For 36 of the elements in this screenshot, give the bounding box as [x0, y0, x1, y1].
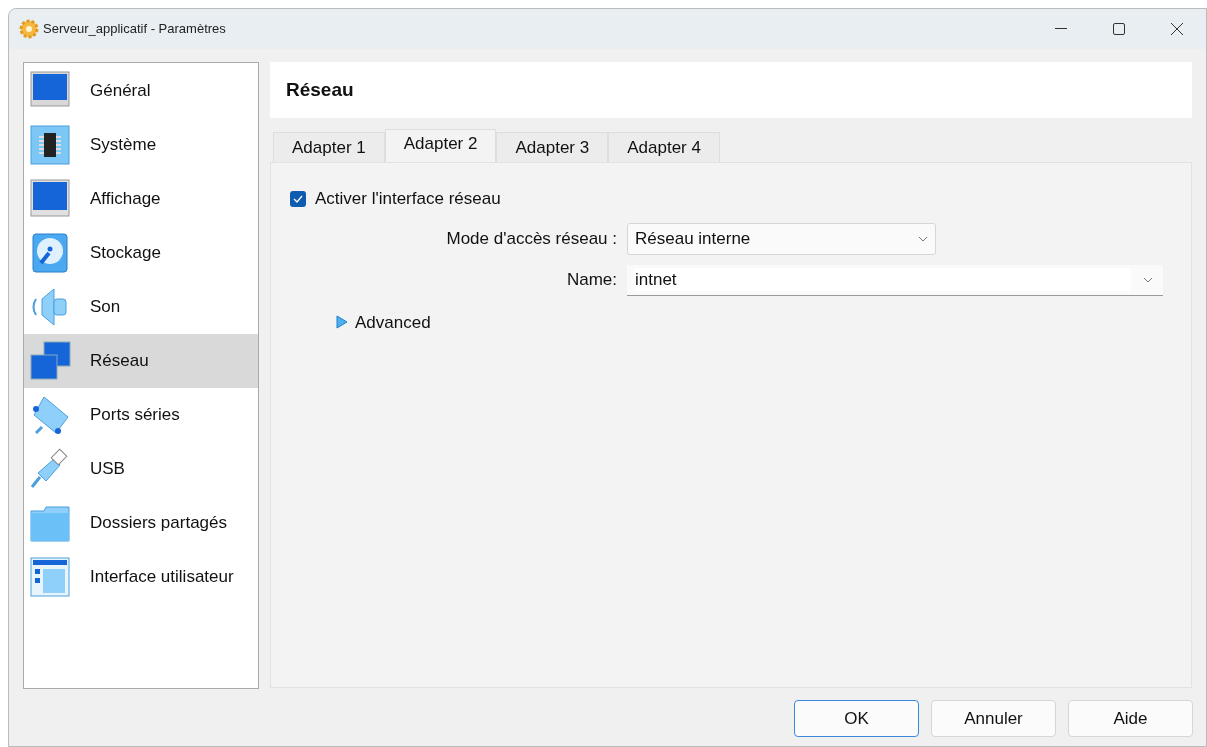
- sidebar-item[interactable]: Ports séries: [24, 388, 258, 442]
- sidebar-item[interactable]: Système: [24, 118, 258, 172]
- close-icon: [1171, 23, 1183, 35]
- sidebar-item[interactable]: USB: [24, 442, 258, 496]
- dialog-button[interactable]: Aide: [1068, 700, 1193, 737]
- tab[interactable]: Adapter 3: [496, 132, 609, 162]
- gear-icon: [19, 19, 39, 39]
- network-icon: [28, 339, 72, 383]
- tab[interactable]: Adapter 2: [384, 129, 497, 162]
- sidebar-item[interactable]: Dossiers partagés: [24, 496, 258, 550]
- name-input[interactable]: intnet: [635, 268, 1131, 291]
- enable-checkbox[interactable]: Activer l'interface réseau: [290, 186, 501, 212]
- page-title: Réseau: [286, 77, 354, 102]
- maximize-icon: [1113, 23, 1125, 35]
- advanced-toggle[interactable]: Advanced: [336, 309, 431, 335]
- dialog-button[interactable]: OK: [794, 700, 919, 737]
- mode-dropdown[interactable]: Réseau interne: [627, 222, 936, 255]
- sidebar-item[interactable]: Stockage: [24, 226, 258, 280]
- sidebar-item[interactable]: Réseau: [24, 334, 258, 388]
- tab[interactable]: Adapter 1: [273, 132, 385, 162]
- chevron-down-icon: [918, 235, 928, 242]
- field-label: Name:: [565, 269, 618, 292]
- chevron-down-icon: [1143, 276, 1153, 283]
- minimize-icon: [1055, 28, 1067, 30]
- sidebar-item[interactable]: Son: [24, 280, 258, 334]
- sidebar-item[interactable]: Interface utilisateur: [24, 550, 258, 604]
- window-title: Serveur_applicatif - Paramètres: [43, 20, 226, 39]
- dialog-button[interactable]: Annuler: [931, 700, 1056, 737]
- sidebar-item[interactable]: Général: [24, 64, 258, 118]
- name-combobox[interactable]: intnet: [627, 264, 1163, 296]
- field-label: Mode d'accès réseau :: [445, 227, 618, 250]
- tab[interactable]: Adapter 4: [608, 132, 720, 162]
- window-layout-icon: [28, 555, 72, 599]
- triangle-right-icon: [336, 315, 348, 330]
- sidebar-item[interactable]: Affichage: [24, 172, 258, 226]
- chip-icon: [28, 123, 72, 167]
